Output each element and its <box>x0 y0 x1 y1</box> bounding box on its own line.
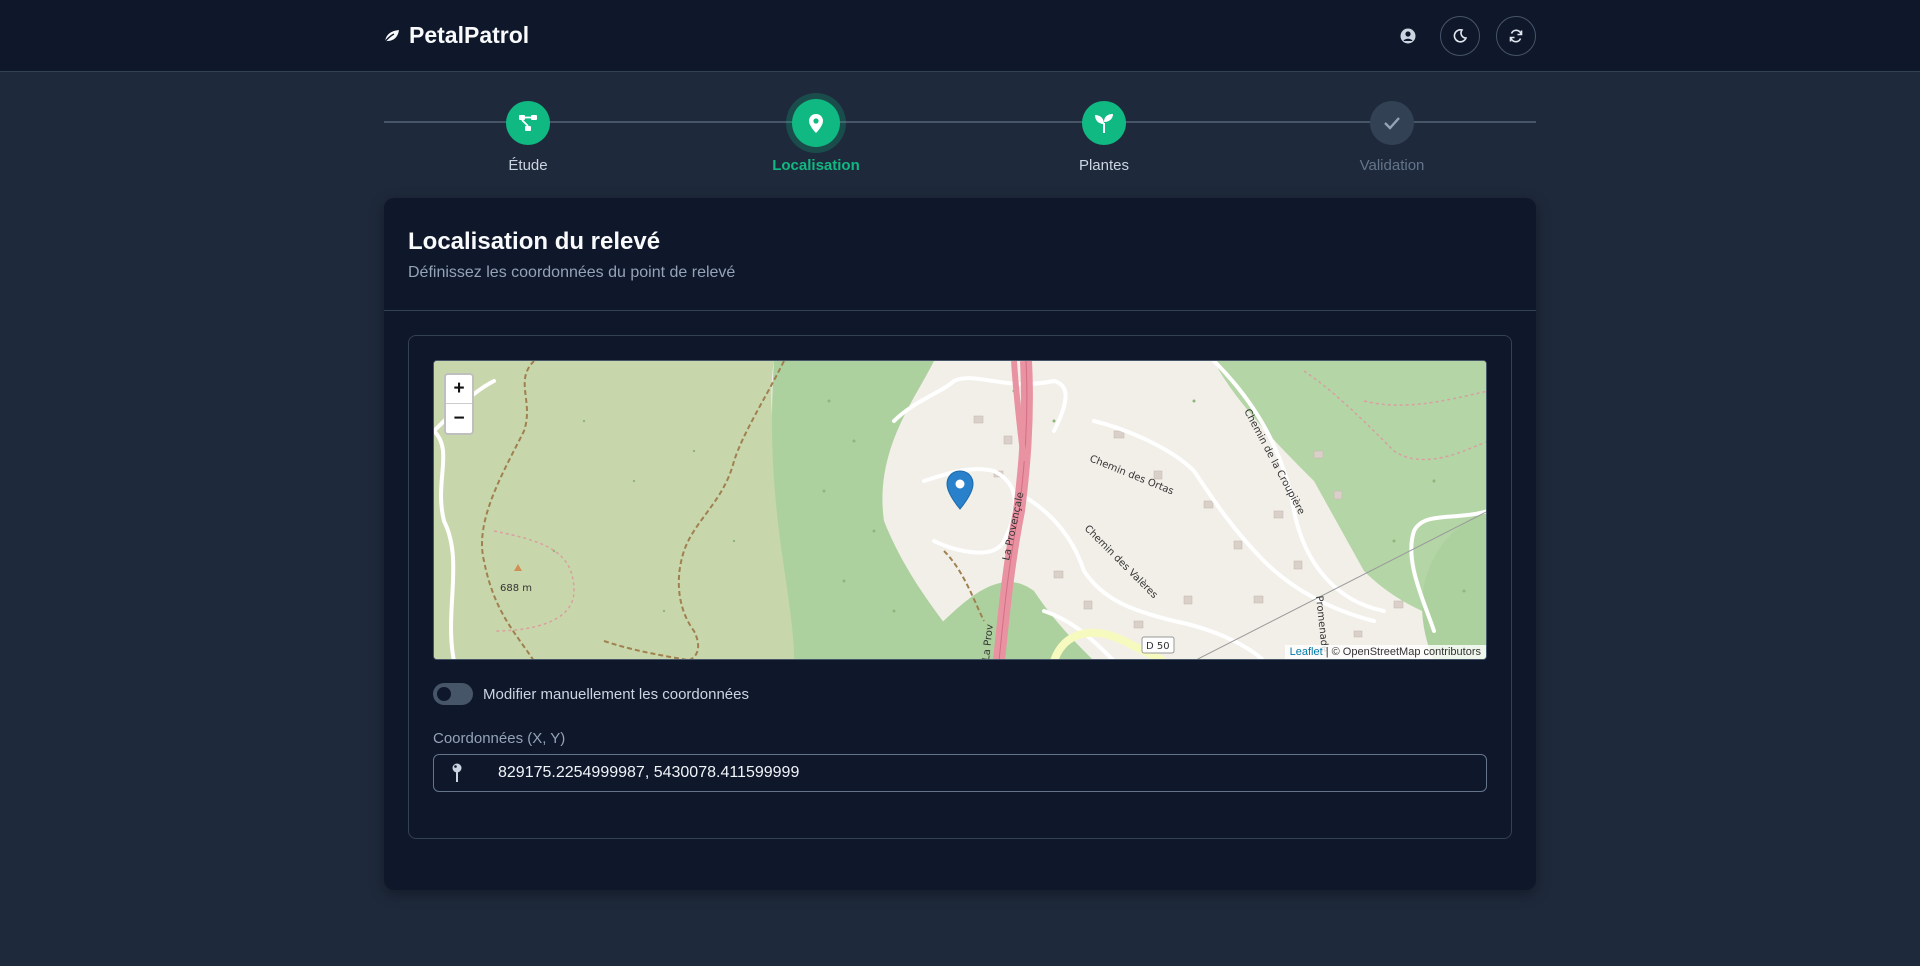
map-attribution: Leaflet | © OpenStreetMap contributors <box>1284 645 1486 659</box>
card-divider <box>384 310 1536 311</box>
leaf-icon <box>383 29 399 43</box>
step-circle <box>1082 101 1126 145</box>
refresh-icon <box>1509 29 1523 43</box>
map[interactable]: 688 m D 50 Chemin des Ortas Chemin des V… <box>433 360 1487 660</box>
brand[interactable]: PetalPatrol <box>383 22 529 49</box>
step-validation[interactable]: Validation <box>1312 98 1472 174</box>
brand-name: PetalPatrol <box>409 22 530 48</box>
app-header: PetalPatrol <box>0 0 1920 72</box>
step-circle <box>1370 101 1414 145</box>
moon-icon <box>1453 29 1467 43</box>
step-localisation[interactable]: Localisation <box>736 98 896 174</box>
refresh-button[interactable] <box>1496 16 1536 56</box>
coordinates-value: 829175.2254999987, 5430078.411599999 <box>498 764 800 781</box>
location-panel: 688 m D 50 Chemin des Ortas Chemin des V… <box>408 335 1512 839</box>
user-button[interactable] <box>1396 24 1420 48</box>
step-circle <box>792 99 840 147</box>
map-pin-icon <box>809 113 823 133</box>
step-label: Étude <box>508 157 548 174</box>
step-etude[interactable]: Étude <box>448 98 608 174</box>
zoom-in-button[interactable]: + <box>446 375 472 404</box>
step-plantes[interactable]: Plantes <box>1024 98 1184 174</box>
leaflet-link[interactable]: Leaflet <box>1290 646 1323 658</box>
step-label: Plantes <box>1078 157 1130 174</box>
location-card: Localisation du relevé Définissez les co… <box>384 198 1536 890</box>
diagram-icon <box>519 115 537 131</box>
manual-edit-row: Modifier manuellement les coordonnées <box>433 683 749 705</box>
map-label-d50: D 50 <box>1146 641 1170 652</box>
map-tiles: 688 m D 50 Chemin des Ortas Chemin des V… <box>434 361 1486 659</box>
theme-toggle-button[interactable] <box>1440 16 1480 56</box>
coordinates-field[interactable]: 829175.2254999987, 5430078.411599999 <box>433 754 1487 792</box>
manual-edit-label: Modifier manuellement les coordonnées <box>483 685 749 703</box>
card-subtitle: Définissez les coordonnées du point de r… <box>408 264 736 281</box>
attribution-text: | © OpenStreetMap contributors <box>1322 646 1481 658</box>
coordinates-label: Coordonnées (X, Y) <box>433 730 566 747</box>
seedling-icon <box>1095 113 1113 133</box>
progress-stepper: Étude Localisation Plantes Validation <box>384 98 1536 176</box>
user-circle-icon <box>1400 28 1416 44</box>
step-label: Localisation <box>772 157 860 174</box>
map-label-elevation: 688 m <box>500 583 532 594</box>
toggle-knob <box>437 687 451 701</box>
pin-icon <box>452 763 462 782</box>
card-title: Localisation du relevé <box>408 228 661 255</box>
step-label: Validation <box>1359 157 1425 174</box>
step-circle <box>506 101 550 145</box>
zoom-out-button[interactable]: − <box>446 404 472 433</box>
zoom-control: + − <box>444 373 474 435</box>
manual-edit-toggle[interactable] <box>433 683 473 705</box>
check-icon <box>1384 117 1400 130</box>
